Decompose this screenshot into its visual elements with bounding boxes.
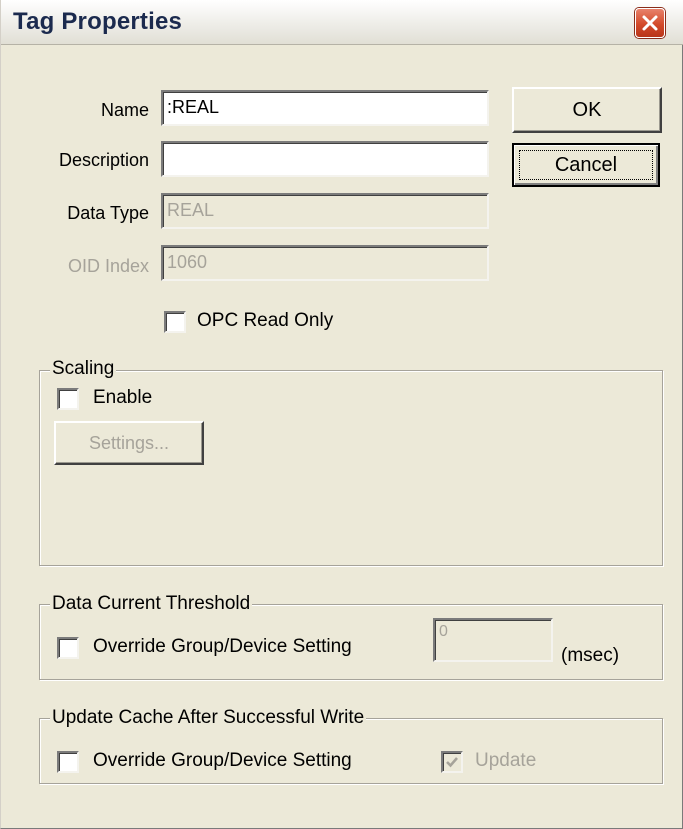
window-title: Tag Properties [13, 8, 183, 35]
uc-update-label: Update [475, 750, 537, 771]
data-type-label: Data Type [67, 203, 149, 223]
dct-override-label: Override Group/Device Setting [93, 636, 352, 657]
update-cache-title: Update Cache After Successful Write [50, 707, 367, 729]
ok-button[interactable]: OK [512, 87, 662, 133]
name-field[interactable]: :REAL [161, 90, 489, 126]
close-icon [642, 15, 658, 31]
uc-update-checkbox[interactable] [441, 751, 463, 773]
dct-override-checkbox[interactable] [57, 637, 79, 659]
description-field[interactable] [161, 141, 489, 177]
cancel-button[interactable]: Cancel [512, 143, 660, 187]
dct-value-field: 0 [433, 618, 553, 662]
scaling-group-title: Scaling [50, 358, 117, 380]
description-label: Description [58, 150, 149, 170]
opc-read-only-label: OPC Read Only [197, 310, 334, 331]
data-current-threshold-title: Data Current Threshold [50, 593, 253, 615]
opc-read-only-checkbox[interactable] [164, 311, 186, 333]
title-bar[interactable]: Tag Properties [1, 0, 683, 45]
close-button[interactable] [635, 8, 665, 38]
uc-override-label: Override Group/Device Setting [93, 750, 352, 771]
oid-index-label: OID Index [67, 256, 149, 276]
scaling-enable-label: Enable [93, 387, 153, 408]
uc-override-checkbox[interactable] [57, 751, 79, 773]
scaling-settings-button[interactable]: Settings... [54, 421, 204, 465]
dct-unit-label: (msec) [561, 645, 620, 666]
tag-properties-dialog: Tag Properties Name :REAL Description Da… [0, 0, 683, 829]
data-type-field: REAL [161, 193, 489, 229]
checkmark-icon [446, 757, 458, 768]
name-label: Name [100, 100, 149, 120]
scaling-enable-checkbox[interactable] [57, 388, 79, 410]
cancel-button-label: Cancel [554, 154, 618, 176]
oid-index-field: 1060 [161, 245, 489, 281]
